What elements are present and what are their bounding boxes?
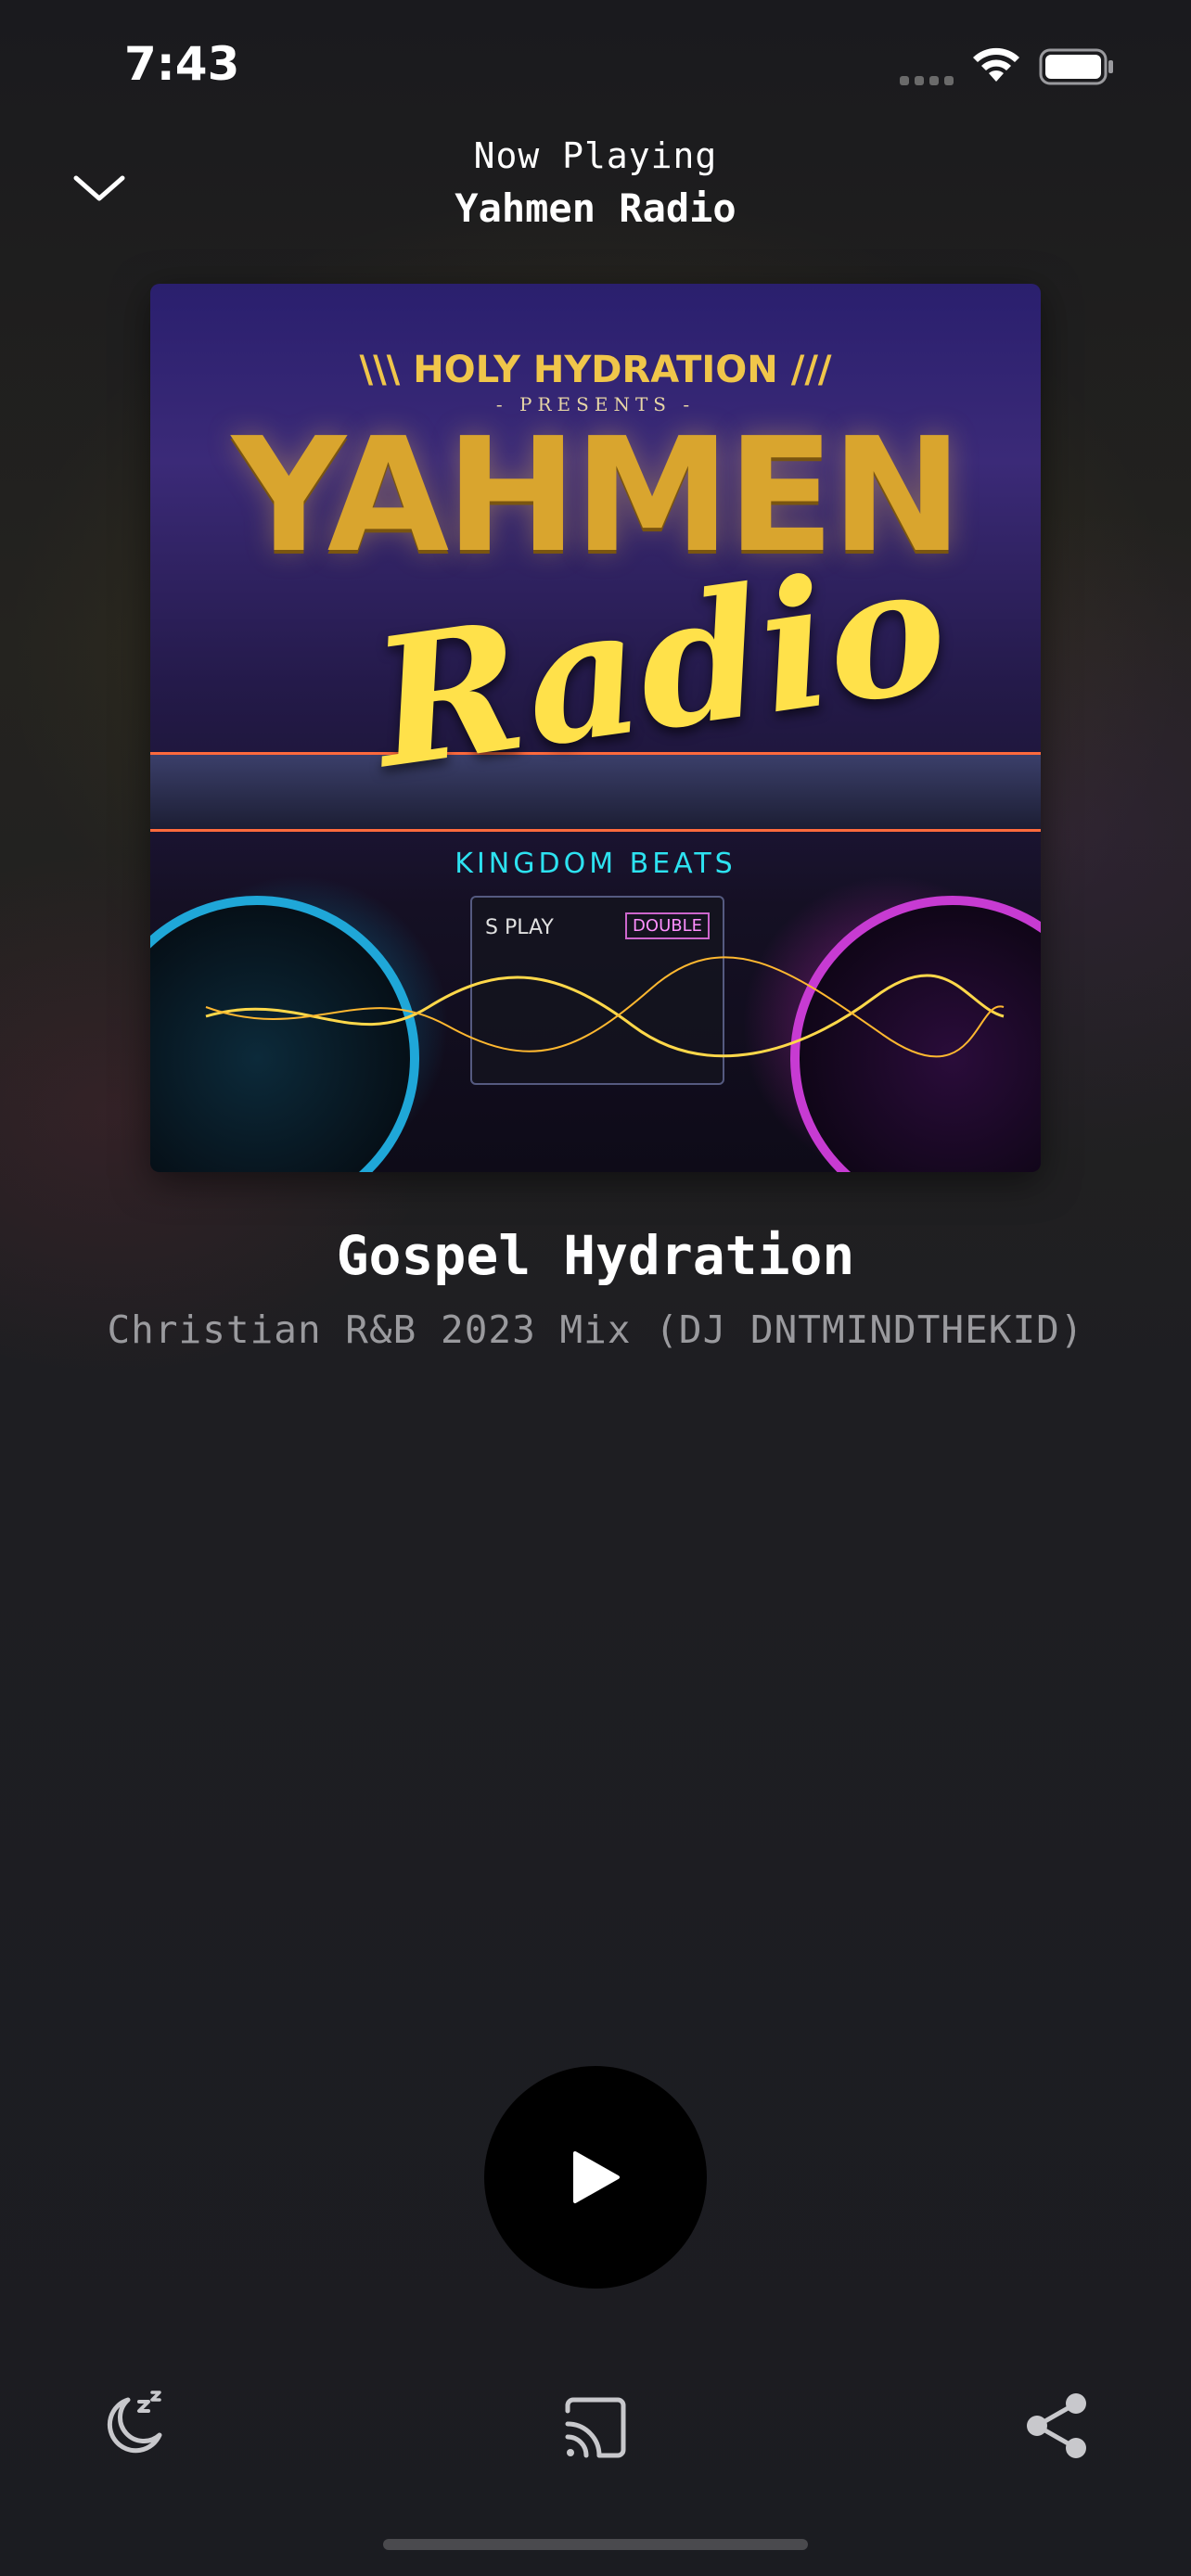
station-title: Yahmen Radio xyxy=(455,185,736,231)
deck-label: S PLAY xyxy=(485,916,554,939)
artwork-top-line: \\\ HOLY HYDRATION /// xyxy=(359,349,832,391)
sleep-timer-icon[interactable] xyxy=(96,2389,171,2463)
track-subtitle: Christian R&B 2023 Mix (DJ DNTMINDTHEKID… xyxy=(107,1307,1084,1352)
home-indicator xyxy=(383,2539,808,2550)
deck-badge: DOUBLE xyxy=(625,912,710,939)
play-button[interactable] xyxy=(484,2066,707,2289)
soundwave-graphic xyxy=(205,956,1005,1058)
wifi-icon xyxy=(973,47,1019,82)
battery-icon xyxy=(1039,48,1113,85)
cast-icon[interactable] xyxy=(558,2391,633,2465)
status-time: 7:43 xyxy=(124,37,240,91)
album-artwork: \\\ HOLY HYDRATION /// - PRESENTS - YAHM… xyxy=(150,284,1041,1172)
play-icon xyxy=(573,2151,620,2203)
share-icon[interactable] xyxy=(1020,2389,1095,2463)
header-subtitle: Now Playing xyxy=(473,135,718,176)
cellular-signal-icon xyxy=(900,72,955,85)
artwork-subtitle: KINGDOM BEATS xyxy=(455,848,736,880)
track-title: Gospel Hydration xyxy=(336,1224,855,1287)
